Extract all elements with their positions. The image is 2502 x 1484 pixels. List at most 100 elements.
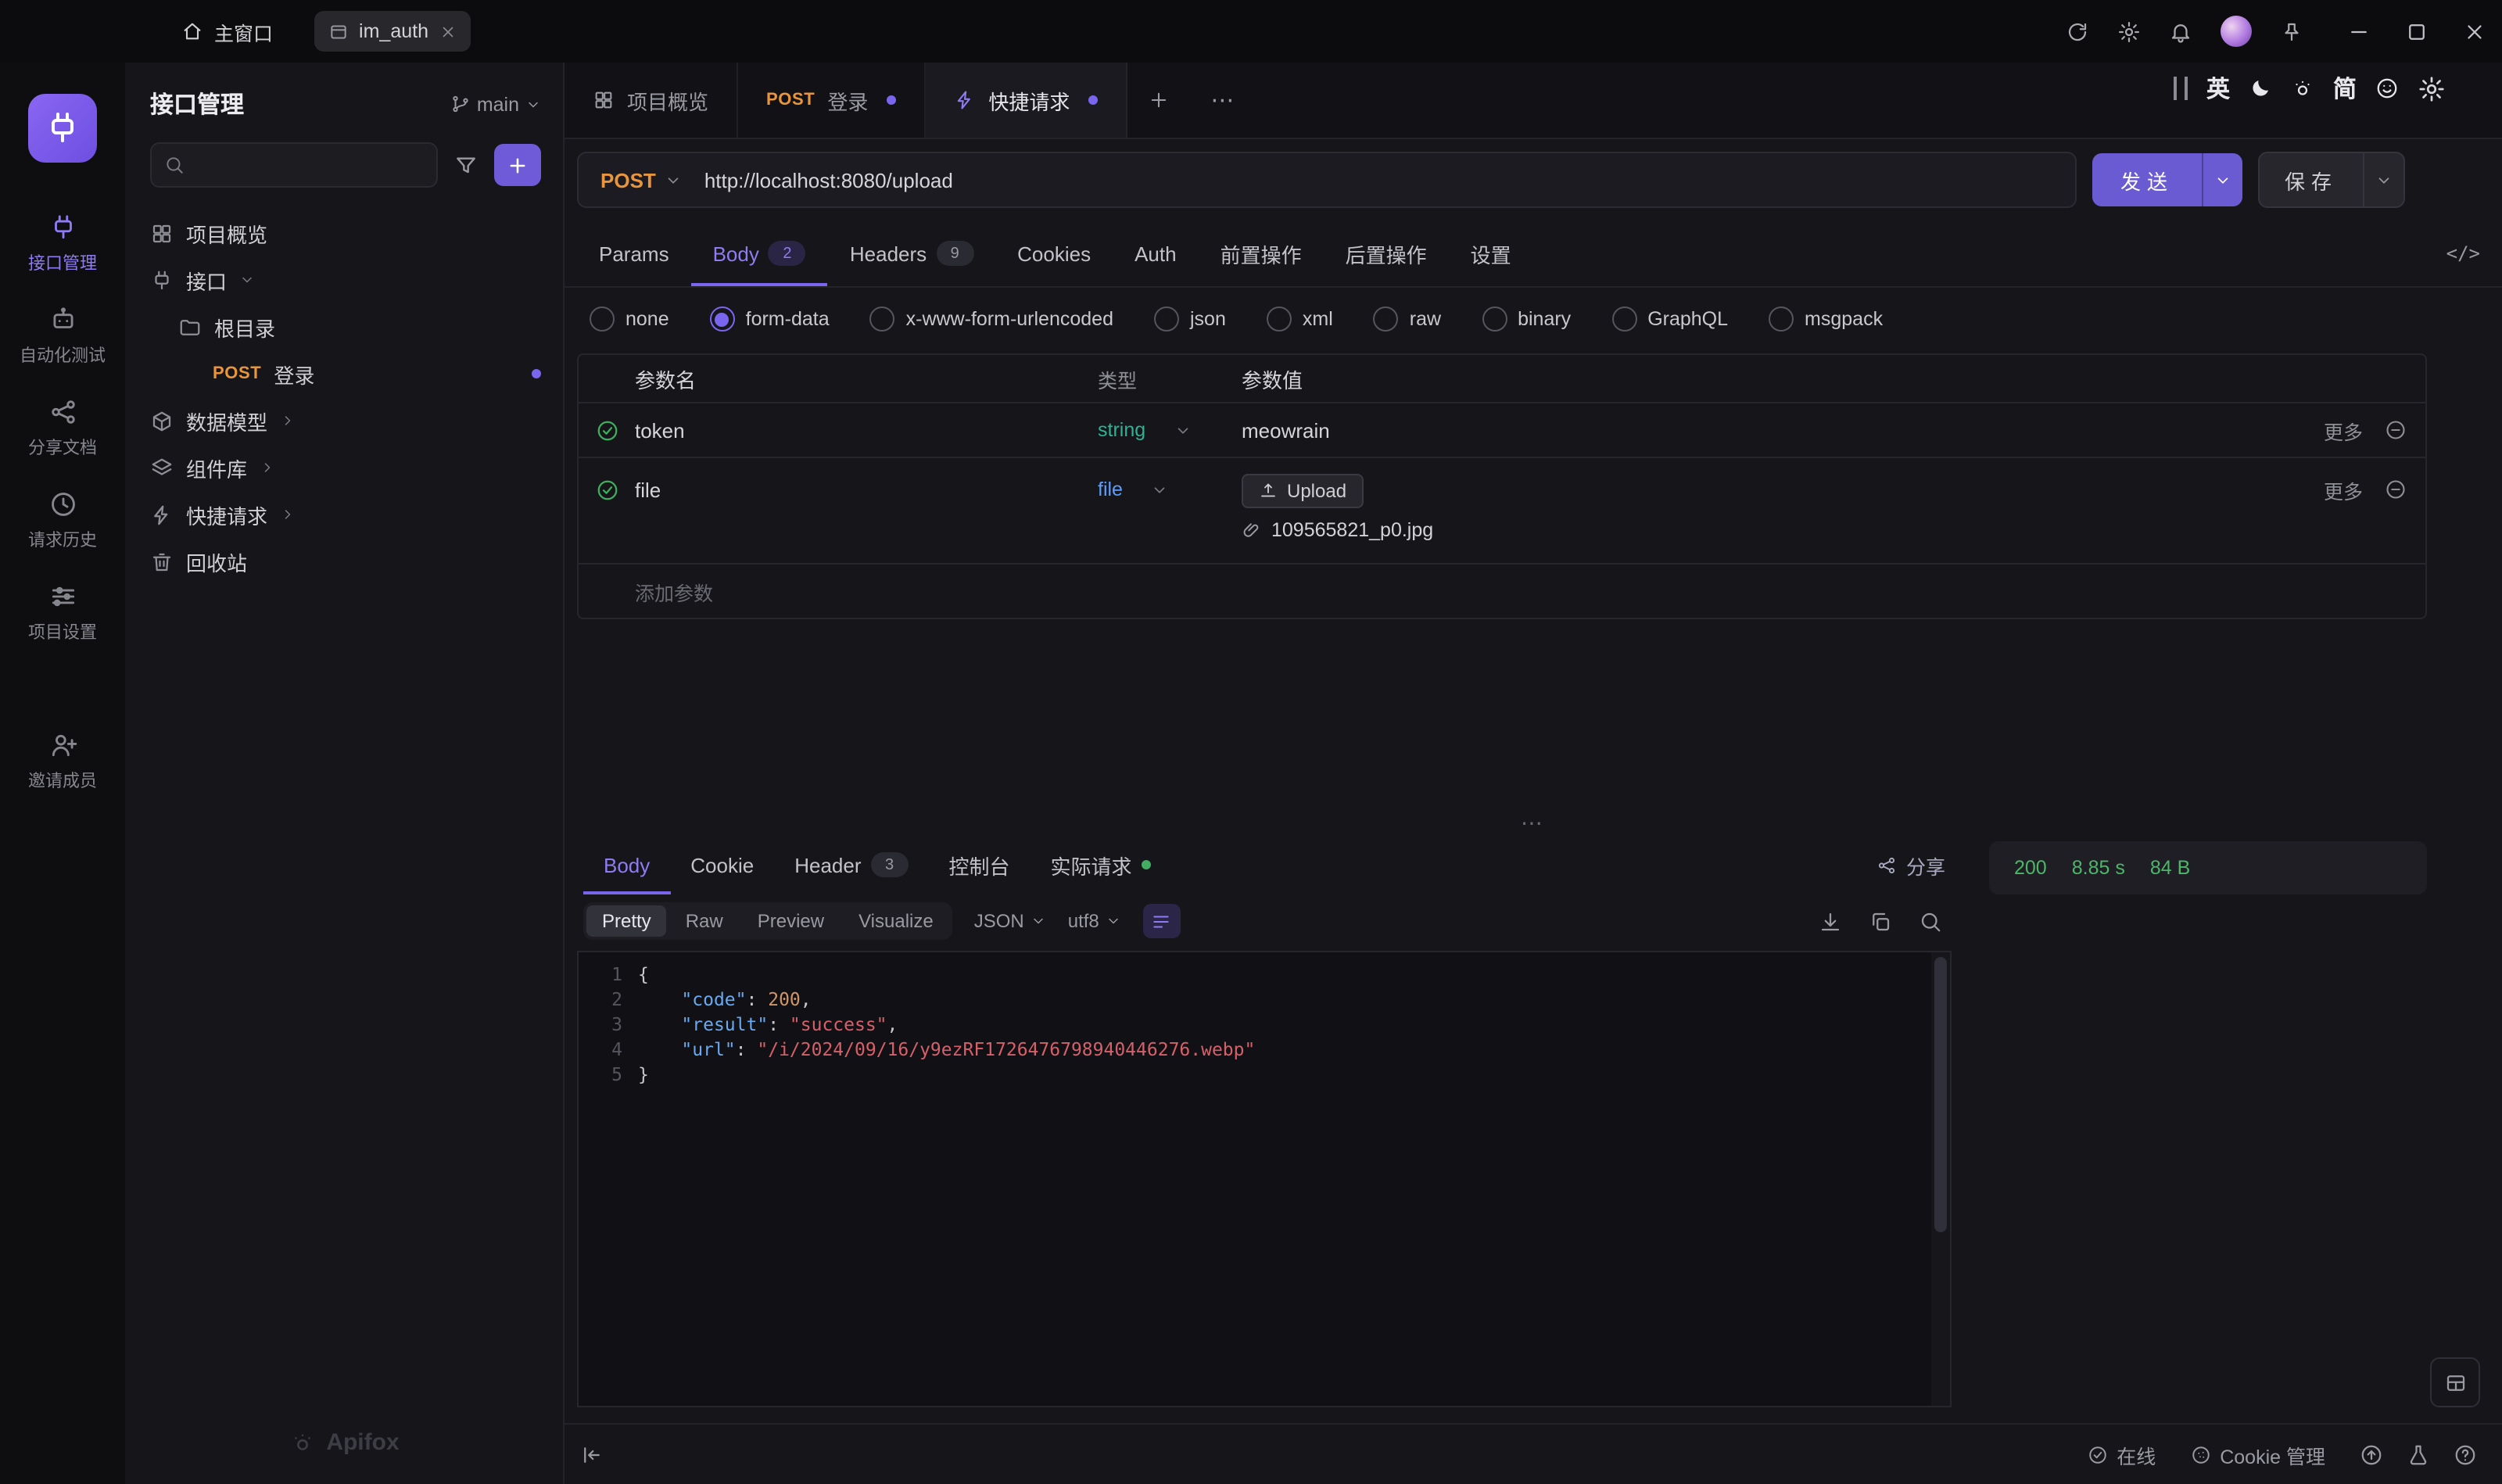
share-response-button[interactable]: 分享 [1876, 835, 1945, 894]
resptab-body[interactable]: Body [583, 835, 670, 894]
experiments-flask-icon[interactable] [2407, 1443, 2430, 1466]
tab-quick-request[interactable]: 快捷请求 [926, 63, 1127, 138]
branch-selector[interactable]: main [450, 93, 541, 115]
upload-button[interactable]: Upload [1242, 474, 1364, 508]
download-icon[interactable] [1819, 909, 1842, 933]
scrollbar-thumb[interactable] [1934, 957, 1947, 1232]
ime-simplified-toggle[interactable]: 简 [2333, 72, 2357, 105]
notifications-bell-icon[interactable] [2169, 20, 2192, 43]
add-param-row[interactable]: 添加参数 [579, 565, 2425, 618]
ime-paw-icon[interactable] [2291, 77, 2314, 100]
param-enabled-check[interactable] [579, 403, 635, 457]
project-window-tab[interactable]: im_auth [314, 11, 471, 52]
more-button[interactable]: 更多 [2324, 415, 2363, 445]
add-button[interactable] [494, 144, 541, 186]
ime-grip[interactable] [2174, 77, 2188, 100]
settings-gear-icon[interactable] [2117, 20, 2141, 43]
bodytype-none[interactable]: none [590, 306, 669, 332]
resptab-cookie[interactable]: Cookie [670, 835, 774, 894]
remove-row-button[interactable] [2385, 463, 2407, 516]
param-name[interactable]: token [635, 418, 1098, 442]
bodytype-x-www-form-urlencoded[interactable]: x-www-form-urlencoded [870, 306, 1113, 332]
remove-row-button[interactable] [2385, 419, 2407, 441]
minimize-icon[interactable] [2347, 20, 2371, 43]
pin-icon[interactable] [2280, 20, 2303, 43]
maximize-icon[interactable] [2405, 20, 2429, 43]
reqtab-pre-operations[interactable]: 前置操作 [1199, 220, 1324, 286]
view-visualize[interactable]: Visualize [843, 905, 949, 937]
reqtab-params[interactable]: Params [577, 220, 691, 286]
collapse-sidebar-icon[interactable] [580, 1443, 604, 1466]
bodytype-xml[interactable]: xml [1267, 306, 1333, 332]
view-preview[interactable]: Preview [742, 905, 840, 937]
send-button[interactable]: 发送 [2092, 153, 2242, 206]
search-input[interactable] [194, 152, 424, 177]
reqtab-headers[interactable]: Headers 9 [828, 220, 995, 286]
more-button[interactable]: 更多 [2324, 463, 2363, 516]
reqtab-cookies[interactable]: Cookies [995, 220, 1113, 286]
close-window-icon[interactable] [2463, 20, 2486, 43]
close-tab-icon[interactable] [439, 23, 457, 40]
send-options-chevron[interactable] [2202, 153, 2242, 206]
tree-item-components[interactable]: 组件库 [125, 444, 563, 491]
rail-item-request-history[interactable]: 请求历史 [0, 474, 125, 566]
rail-item-project-settings[interactable]: 项目设置 [0, 566, 125, 658]
method-selector[interactable]: POST [579, 168, 701, 192]
rail-item-share-docs[interactable]: 分享文档 [0, 382, 125, 474]
attached-file[interactable]: 109565821_p0.jpg [1242, 519, 2324, 554]
panel-resize-handle[interactable]: ⋯ [565, 810, 2502, 835]
tree-item-quick-request[interactable]: 快捷请求 [125, 491, 563, 538]
tree-item-login-endpoint[interactable]: POST 登录 [125, 350, 563, 397]
search-in-response-icon[interactable] [1919, 909, 1942, 933]
emoji-smile-icon[interactable] [2375, 77, 2399, 100]
view-pretty[interactable]: Pretty [586, 905, 667, 937]
format-select[interactable]: JSON [974, 910, 1046, 932]
param-name[interactable]: file [635, 463, 1098, 516]
param-type-select[interactable]: string [1098, 419, 1242, 441]
tree-item-project-overview[interactable]: 项目概览 [125, 210, 563, 256]
cookie-manager[interactable]: Cookie 管理 [2190, 1439, 2325, 1469]
response-body-editor[interactable]: 1{ 2 "code": 200, 3 "result": "success",… [577, 951, 1952, 1407]
bodytype-graphql[interactable]: GraphQL [1611, 306, 1728, 332]
bodytype-json[interactable]: json [1154, 306, 1226, 332]
tree-item-apis[interactable]: 接口 [125, 256, 563, 303]
user-avatar[interactable] [2221, 16, 2252, 47]
view-raw[interactable]: Raw [670, 905, 739, 937]
bodytype-raw[interactable]: raw [1374, 306, 1441, 332]
resptab-header[interactable]: Header 3 [774, 835, 928, 894]
resptab-actual-request[interactable]: 实际请求 [1031, 835, 1171, 894]
refresh-icon[interactable] [2066, 20, 2089, 43]
rail-item-api-management[interactable]: 接口管理 [0, 197, 125, 289]
reqtab-settings[interactable]: 设置 [1449, 220, 1533, 286]
word-wrap-toggle[interactable] [1143, 904, 1181, 938]
code-view-icon[interactable]: </> [2446, 220, 2480, 286]
new-tab-button[interactable] [1127, 63, 1190, 138]
bodytype-form-data[interactable]: form-data [710, 306, 830, 332]
updates-icon[interactable] [2360, 1443, 2383, 1466]
online-status[interactable]: 在线 [2087, 1439, 2156, 1469]
param-type-select[interactable]: file [1098, 463, 1242, 516]
url-input[interactable] [701, 167, 2075, 193]
copy-icon[interactable] [1869, 909, 1892, 933]
tree-item-recycle-bin[interactable]: 回收站 [125, 538, 563, 585]
save-options-chevron[interactable] [2363, 153, 2403, 206]
help-icon[interactable] [2454, 1443, 2477, 1466]
tab-login-endpoint[interactable]: POST 登录 [738, 63, 926, 138]
encoding-select[interactable]: utf8 [1068, 910, 1121, 932]
reqtab-auth[interactable]: Auth [1113, 220, 1199, 286]
layout-toggle-button[interactable] [2430, 1357, 2480, 1407]
tree-item-data-models[interactable]: 数据模型 [125, 397, 563, 444]
more-tabs-button[interactable]: ⋯ [1190, 63, 1257, 138]
rail-item-automated-testing[interactable]: 自动化测试 [0, 289, 125, 382]
reqtab-body[interactable]: Body 2 [691, 220, 828, 286]
param-value[interactable]: meowrain [1242, 418, 2324, 442]
main-window-tab[interactable]: 主窗口 [163, 0, 292, 63]
ime-lang-toggle[interactable]: 英 [2206, 72, 2230, 105]
param-enabled-check[interactable] [579, 463, 635, 516]
tab-project-overview[interactable]: 项目概览 [565, 63, 738, 138]
app-logo[interactable] [28, 94, 97, 163]
moon-icon[interactable] [2249, 77, 2272, 100]
filter-button[interactable] [453, 152, 479, 177]
bodytype-binary[interactable]: binary [1482, 306, 1571, 332]
ime-settings-gear-icon[interactable] [2418, 74, 2446, 102]
